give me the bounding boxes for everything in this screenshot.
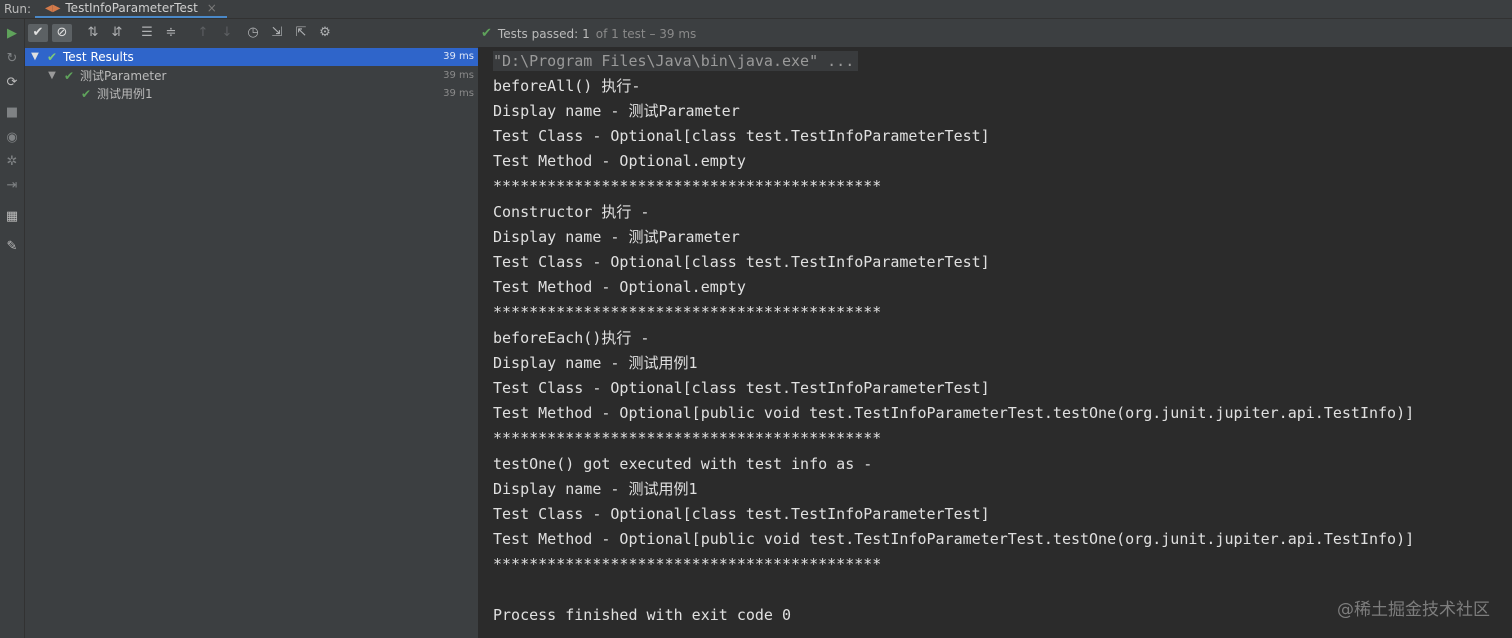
tree-row-time: 39 ms — [443, 70, 474, 81]
status-suffix: of 1 test – 39 ms — [595, 26, 697, 41]
console-line: ****************************************… — [493, 429, 882, 447]
chevron-down-icon[interactable]: ▼ — [46, 67, 58, 85]
status-count: 1 — [582, 26, 590, 41]
settings-icon[interactable]: ⚙ — [315, 24, 335, 42]
run-tab[interactable]: ◀▶ TestInfoParameterTest × — [35, 0, 227, 18]
console-line: ****************************************… — [493, 303, 882, 321]
console-line: Test Class - Optional[class test.TestInf… — [493, 505, 990, 523]
sort-by-duration-icon[interactable]: ⇵ — [107, 24, 127, 42]
rerun-failed-icon[interactable]: ↻ — [4, 51, 20, 67]
console-line: Constructor 执行 - — [493, 203, 650, 221]
console-line: testOne() got executed with test info as… — [493, 455, 873, 473]
exit-icon[interactable]: ⇥ — [4, 178, 20, 194]
run-config-icon: ◀▶ — [45, 2, 61, 14]
console-line: Test Class - Optional[class test.TestInf… — [493, 253, 990, 271]
tree-row-label: Test Results — [63, 50, 134, 64]
previous-failed-icon[interactable]: ↑ — [193, 24, 213, 42]
test-status: ✔ Tests passed: 1 of 1 test – 39 ms — [481, 26, 696, 41]
console-line: ****************************************… — [493, 555, 882, 573]
expand-all-icon[interactable]: ☰ — [137, 24, 157, 42]
show-passed-icon[interactable]: ✔ — [28, 24, 48, 42]
export-tests-icon[interactable]: ⇱ — [291, 24, 311, 42]
tree-row-label: 测试Parameter — [80, 69, 167, 83]
run-tool-window-header: Run: ◀▶ TestInfoParameterTest × — [0, 0, 1512, 19]
console-line: beforeAll() 执行- — [493, 77, 641, 95]
passed-check-icon: ✔ — [64, 69, 75, 83]
console-line: Test Class - Optional[class test.TestInf… — [493, 379, 990, 397]
passed-check-icon: ✔ — [481, 26, 492, 41]
console-line: Test Method - Optional.empty — [493, 278, 746, 296]
console-line: Test Class - Optional[class test.TestInf… — [493, 127, 990, 145]
pin-icon[interactable]: ✎ — [4, 239, 20, 255]
status-prefix: Tests passed: — [497, 26, 579, 41]
rerun-icon[interactable]: ▶ — [4, 26, 20, 42]
console-line: Test Method - Optional[public void test.… — [493, 530, 1415, 548]
left-toolbar: ▶ ↻ ⟳ ■ ◉ ✲ ⇥ ▦ ✎ — [0, 19, 25, 638]
tree-row-test-results[interactable]: ▼ ✔ Test Results 39 ms — [25, 48, 478, 66]
camera-icon[interactable]: ◉ — [4, 130, 20, 146]
test-toolbar: ✔ ⊘ ⇅ ⇵ ☰ ≑ ↑ ↓ ◷ ⇲ ⇱ ⚙ ✔ Tests passed: … — [25, 19, 1512, 47]
test-history-icon[interactable]: ◷ — [243, 24, 263, 42]
passed-check-icon: ✔ — [81, 87, 92, 101]
console-exit-line: Process finished with exit code 0 — [493, 606, 792, 624]
console-line: ****************************************… — [493, 177, 882, 195]
run-label: Run: — [4, 2, 32, 16]
console-output[interactable]: "D:\Program Files\Java\bin\java.exe" ...… — [479, 47, 1512, 638]
console-command-line: "D:\Program Files\Java\bin\java.exe" ... — [493, 51, 859, 71]
tree-row-time: 39 ms — [443, 51, 474, 62]
import-tests-icon[interactable]: ⇲ — [267, 24, 287, 42]
settings-gear-icon[interactable]: ✲ — [4, 154, 20, 170]
chevron-down-icon[interactable]: ▼ — [29, 48, 41, 66]
sort-alphabetically-icon[interactable]: ⇅ — [83, 24, 103, 42]
toggle-auto-test-icon[interactable]: ⟳ — [4, 75, 20, 91]
tree-row-label: 测试用例1 — [97, 87, 153, 101]
console-line: Display name - 测试用例1 — [493, 354, 698, 372]
tree-row-time: 39 ms — [443, 88, 474, 99]
console-line: Display name - 测试Parameter — [493, 102, 740, 120]
layout-icon[interactable]: ▦ — [4, 209, 20, 225]
passed-check-icon: ✔ — [47, 50, 58, 64]
console-line: Test Method - Optional.empty — [493, 152, 746, 170]
tree-row-test-case[interactable]: ✔ 测试用例1 39 ms — [25, 85, 478, 103]
collapse-all-icon[interactable]: ≑ — [161, 24, 181, 42]
test-results-tree: ▼ ✔ Test Results 39 ms ▼ ✔ 测试Parameter 3… — [25, 47, 479, 638]
stop-icon[interactable]: ■ — [4, 105, 20, 121]
tree-row-test-class[interactable]: ▼ ✔ 测试Parameter 39 ms — [25, 67, 478, 85]
console-line: beforeEach()执行 - — [493, 329, 650, 347]
show-ignored-icon[interactable]: ⊘ — [52, 24, 72, 42]
console-line: Display name - 测试Parameter — [493, 228, 740, 246]
close-icon[interactable]: × — [207, 1, 217, 15]
run-tab-title: TestInfoParameterTest — [65, 1, 198, 15]
console-line: Test Method - Optional[public void test.… — [493, 404, 1415, 422]
next-failed-icon[interactable]: ↓ — [217, 24, 237, 42]
console-line: Display name - 测试用例1 — [493, 480, 698, 498]
watermark: @稀土掘金技术社区 — [1337, 600, 1490, 620]
